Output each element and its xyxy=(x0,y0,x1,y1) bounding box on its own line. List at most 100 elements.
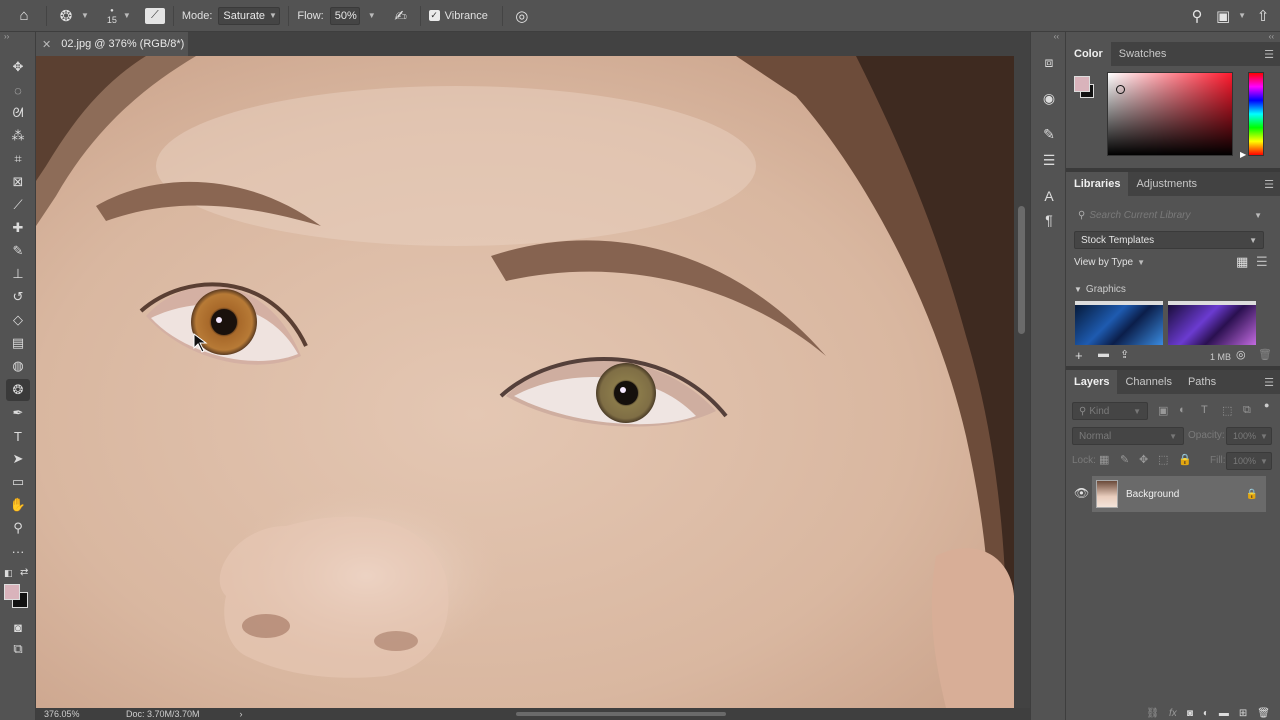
collapse-icon[interactable]: ‹‹ xyxy=(1269,32,1274,41)
sponge-preset-icon[interactable]: ❂ xyxy=(55,7,77,25)
library-select[interactable]: Stock Templates ▼ xyxy=(1074,231,1264,249)
move-tool-icon[interactable]: ✥ xyxy=(6,56,30,78)
tab-swatches[interactable]: Swatches xyxy=(1111,42,1175,66)
delete-icon[interactable]: 🗑 xyxy=(1258,348,1272,361)
eraser-tool-icon[interactable]: ◇ xyxy=(6,309,30,331)
pressure-icon[interactable]: ◎ xyxy=(511,7,533,25)
filter-toggle-icon[interactable]: ● xyxy=(1264,400,1269,410)
library-graphic-1[interactable] xyxy=(1075,301,1163,345)
view-by-dropdown[interactable]: View by Type ▼ xyxy=(1074,257,1145,268)
panel-menu-icon[interactable]: ☰ xyxy=(1264,376,1274,389)
screen-mode-icon[interactable]: ⧉ xyxy=(6,638,30,660)
lock-image-icon[interactable]: ✎ xyxy=(1120,453,1129,466)
tab-color[interactable]: Color xyxy=(1066,42,1111,66)
gradient-tool-icon[interactable]: ▤ xyxy=(6,332,30,354)
brushes-icon[interactable]: ✎ xyxy=(1039,124,1059,144)
tab-layers[interactable]: Layers xyxy=(1066,370,1118,394)
fill-input[interactable]: 100% ▼ xyxy=(1226,452,1272,470)
lasso-tool-icon[interactable]: ᘛ xyxy=(6,102,30,124)
lock-position-icon[interactable]: ✥ xyxy=(1139,453,1148,466)
brush-settings-icon[interactable]: ☰ xyxy=(1039,150,1059,170)
horizontal-scroll-thumb[interactable] xyxy=(516,712,726,716)
brush-size-indicator[interactable]: ● 15 xyxy=(105,7,119,25)
lock-artboard-icon[interactable]: ⬚ xyxy=(1158,453,1168,466)
panel-menu-icon[interactable]: ☰ xyxy=(1264,48,1274,61)
frame-tool-icon[interactable]: ⊠ xyxy=(6,171,30,193)
share-icon[interactable]: ⇧ xyxy=(1252,7,1274,25)
fx-icon[interactable]: fx xyxy=(1169,708,1177,719)
tab-adjustments[interactable]: Adjustments xyxy=(1128,172,1205,196)
type-tool-icon[interactable]: T xyxy=(6,425,30,447)
opacity-input[interactable]: 100% ▼ xyxy=(1226,427,1272,445)
filter-shape-icon[interactable]: ⬚ xyxy=(1222,404,1232,417)
close-icon[interactable]: ✕ xyxy=(42,38,51,51)
panel-foreground-swatch[interactable] xyxy=(1074,76,1090,92)
blend-mode-select[interactable]: Normal ▼ xyxy=(1072,427,1184,445)
grid-view-icon[interactable]: ▦ xyxy=(1236,254,1248,270)
zoom-level[interactable]: 376.05% xyxy=(44,709,114,719)
search-icon[interactable]: ⚲ xyxy=(1186,7,1208,25)
history-icon[interactable]: ⧈ xyxy=(1039,52,1059,72)
folder-icon[interactable]: ▬ xyxy=(1098,348,1109,360)
vibrance-checkbox[interactable]: ✓ xyxy=(428,10,440,21)
chevron-down-icon[interactable]: ▼ xyxy=(368,11,376,20)
layer-lock-icon[interactable]: 🔒 xyxy=(1246,489,1258,500)
paragraph-icon[interactable]: ¶ xyxy=(1039,210,1059,230)
history-brush-tool-icon[interactable]: ↺ xyxy=(6,286,30,308)
upload-icon[interactable]: ⇪ xyxy=(1120,348,1129,361)
tab-libraries[interactable]: Libraries xyxy=(1066,172,1129,196)
chevron-down-icon[interactable]: ▼ xyxy=(81,11,89,20)
blur-tool-icon[interactable]: ◍ xyxy=(6,355,30,377)
filter-smart-object-icon[interactable]: ⧉ xyxy=(1243,404,1251,417)
visibility-eye-icon[interactable]: 👁 xyxy=(1074,486,1089,500)
brush-settings-icon[interactable]: ⟋ xyxy=(144,7,165,24)
list-view-icon[interactable]: ☰ xyxy=(1256,254,1268,270)
home-icon[interactable]: ⌂ xyxy=(10,7,38,24)
default-colors-icon[interactable]: ◧ xyxy=(4,568,13,579)
group-icon[interactable]: ▬ xyxy=(1219,708,1229,719)
adjustment-layer-icon[interactable]: ◐ xyxy=(1203,708,1209,719)
workspace-icon[interactable]: ▣ xyxy=(1212,7,1234,25)
layer-row[interactable]: Background 🔒 xyxy=(1092,476,1266,512)
character-icon[interactable]: A xyxy=(1039,186,1059,206)
hand-tool-icon[interactable]: ✋ xyxy=(6,494,30,516)
graphics-section[interactable]: ▼ Graphics xyxy=(1074,284,1126,295)
healing-brush-tool-icon[interactable]: ✚ xyxy=(6,217,30,239)
airbrush-icon[interactable]: ✍ xyxy=(390,7,412,25)
eyedropper-tool-icon[interactable]: ⟋ xyxy=(6,194,30,216)
sponge-tool-icon[interactable]: ❂ xyxy=(6,379,30,401)
foreground-color-swatch[interactable] xyxy=(4,584,20,600)
library-search-input[interactable]: ⚲ Search Current Library ▼ xyxy=(1072,206,1268,224)
crop-tool-icon[interactable]: ⌗ xyxy=(6,148,30,170)
chevron-down-icon[interactable]: ▼ xyxy=(1238,11,1246,20)
more-tools-icon[interactable]: ··· xyxy=(6,540,30,562)
filter-pixel-icon[interactable]: ▣ xyxy=(1158,404,1168,417)
add-mask-icon[interactable]: ◙ xyxy=(1187,708,1193,719)
hue-slider-handle[interactable]: ▶ xyxy=(1240,150,1246,159)
clone-stamp-tool-icon[interactable]: ⊥ xyxy=(6,263,30,285)
brush-tool-icon[interactable]: ✎ xyxy=(6,240,30,262)
lock-all-icon[interactable]: 🔒 xyxy=(1178,453,1192,466)
magic-wand-tool-icon[interactable]: ⁂ xyxy=(6,125,30,147)
document-tab[interactable]: ✕ 02.jpg @ 376% (RGB/8*) xyxy=(36,32,188,56)
marquee-tool-icon[interactable]: ◌ xyxy=(6,79,30,101)
tab-channels[interactable]: Channels xyxy=(1117,370,1179,394)
lock-transparent-icon[interactable]: ▦ xyxy=(1099,453,1109,466)
color-field[interactable] xyxy=(1107,72,1233,156)
vertical-scrollbar[interactable] xyxy=(1014,56,1030,708)
add-icon[interactable]: + xyxy=(1075,348,1083,363)
tab-paths[interactable]: Paths xyxy=(1180,370,1224,394)
quick-mask-icon[interactable]: ◙ xyxy=(6,616,30,638)
document-canvas[interactable] xyxy=(36,56,1014,708)
properties-icon[interactable]: ◉ xyxy=(1039,88,1059,108)
mode-select[interactable]: Saturate ▼ xyxy=(218,6,281,25)
layer-kind-filter[interactable]: ⚲ Kind ▼ xyxy=(1072,402,1148,420)
zoom-tool-icon[interactable]: ⚲ xyxy=(6,517,30,539)
cloud-sync-icon[interactable]: ◎ xyxy=(1236,348,1246,361)
path-selection-tool-icon[interactable]: ➤ xyxy=(6,448,30,470)
new-layer-icon[interactable]: ⊞ xyxy=(1239,708,1247,719)
hue-slider[interactable] xyxy=(1248,72,1264,156)
collapse-icon[interactable]: ›› xyxy=(4,32,9,41)
collapse-icon[interactable]: ‹‹ xyxy=(1054,32,1059,41)
pen-tool-icon[interactable]: ✒ xyxy=(6,402,30,424)
